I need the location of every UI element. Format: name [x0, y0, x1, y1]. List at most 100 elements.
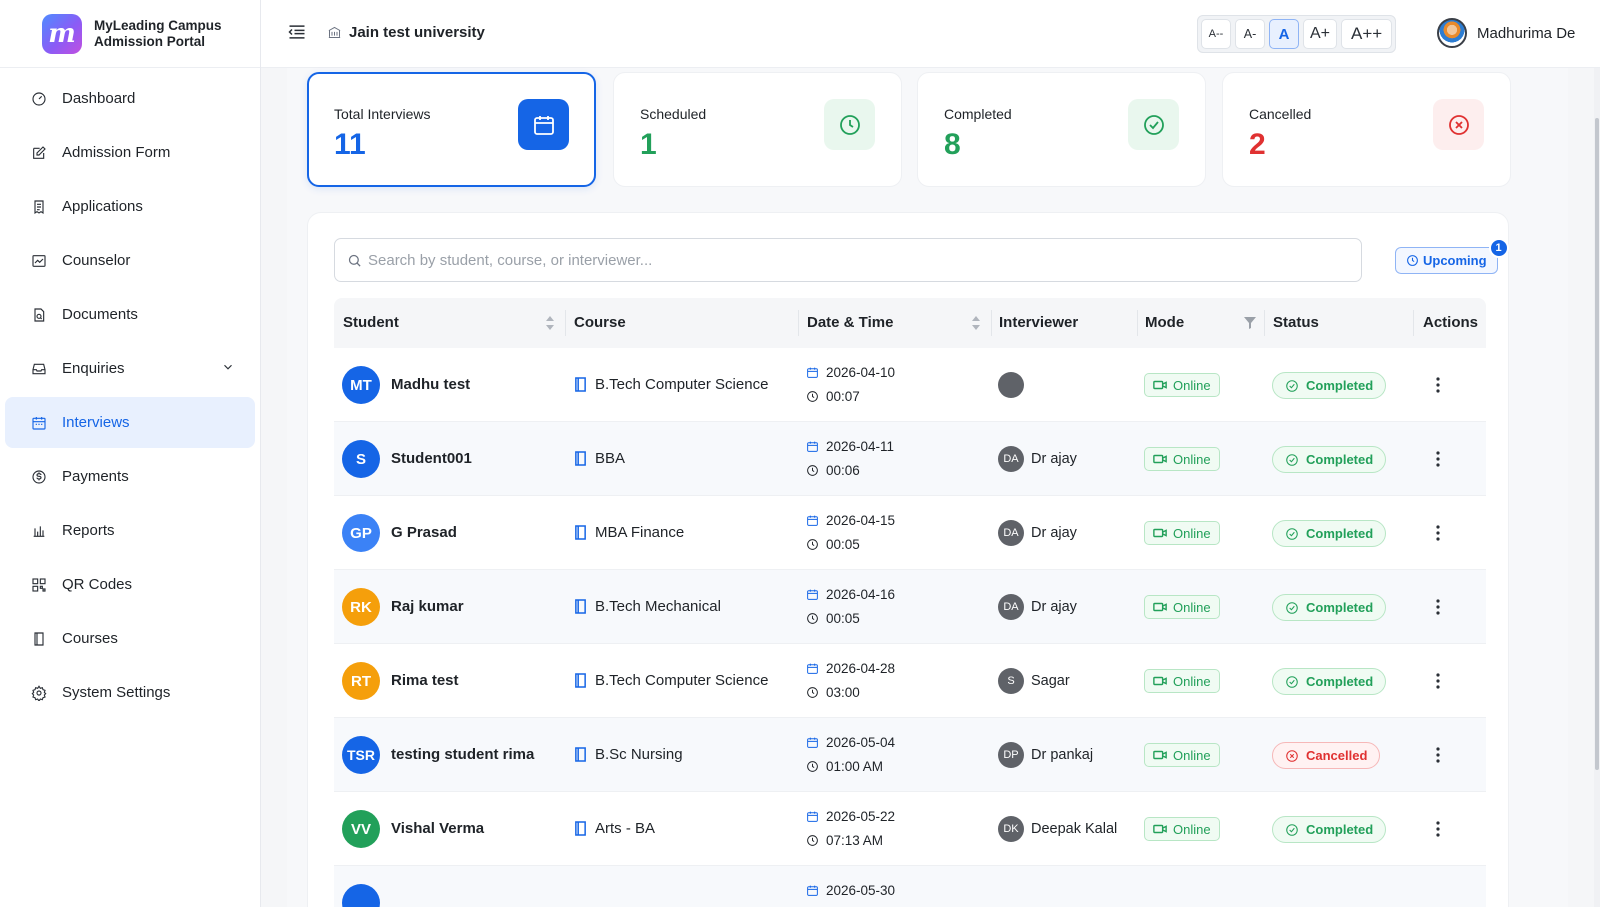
row-actions-button[interactable]	[1426, 816, 1450, 842]
calendar-icon	[807, 589, 818, 600]
stat-card-completed[interactable]: Completed 8	[917, 72, 1206, 187]
more-vertical-icon	[1436, 451, 1440, 467]
scrollbar-thumb[interactable]	[1595, 118, 1599, 770]
table-row[interactable]: 2026-05-30	[334, 866, 1486, 907]
brand[interactable]: m MyLeading Campus Admission Portal	[0, 0, 260, 68]
time-cell: 01:00 AM	[806, 759, 883, 774]
book-icon	[575, 599, 586, 614]
sort-icon[interactable]	[971, 315, 981, 331]
font-size-largest-button[interactable]: A++	[1341, 19, 1393, 49]
status-badge: Completed	[1272, 372, 1387, 399]
column-interviewer: Interviewer	[999, 314, 1079, 331]
stat-card-total[interactable]: Total Interviews 11	[307, 72, 596, 187]
column-divider	[1137, 310, 1138, 336]
stat-label: Scheduled	[640, 106, 707, 122]
calendar-icon	[518, 99, 569, 150]
course-cell: B.Tech Computer Science	[574, 672, 768, 689]
stat-card-scheduled[interactable]: Scheduled 1	[613, 72, 902, 187]
font-size-larger-button[interactable]: A+	[1303, 19, 1338, 49]
interviewer-cell	[998, 372, 1031, 398]
table-row[interactable]: RK Raj kumar B.Tech Mechanical 2026-04-1…	[334, 570, 1486, 644]
sidebar-item-documents[interactable]: Documents	[5, 289, 255, 340]
main-content: Total Interviews 11 Scheduled 1 Complete…	[287, 68, 1568, 907]
sidebar-item-payments[interactable]: Payments	[5, 451, 255, 502]
status-label: Completed	[1306, 526, 1374, 541]
interview-time: 01:00 AM	[826, 759, 884, 774]
font-size-smallest-button[interactable]: A--	[1201, 19, 1231, 49]
stat-label: Cancelled	[1249, 106, 1312, 122]
column-student[interactable]: Student	[343, 314, 399, 331]
user-menu[interactable]: Madhurima De	[1437, 18, 1575, 48]
student-name: testing student rima	[391, 746, 535, 763]
search-box[interactable]	[334, 238, 1362, 282]
filter-icon[interactable]	[1244, 316, 1256, 329]
upcoming-filter-button[interactable]: Upcoming 1	[1395, 238, 1509, 274]
student-avatar: MT	[342, 366, 380, 404]
upcoming-count-badge: 1	[1488, 238, 1509, 258]
column-date-time[interactable]: Date & Time	[807, 314, 893, 331]
interview-date: 2026-04-10	[826, 365, 896, 380]
clock-icon	[1407, 255, 1418, 266]
menu-toggle-icon[interactable]	[287, 22, 309, 44]
table-row[interactable]: GP G Prasad MBA Finance 2026-04-15 00:05…	[334, 496, 1486, 570]
table-row[interactable]: VV Vishal Verma Arts - BA 2026-05-22 07:…	[334, 792, 1486, 866]
status-badge: Completed	[1272, 446, 1387, 473]
university-label: Jain test university	[349, 24, 485, 41]
row-actions-button[interactable]	[1426, 446, 1450, 472]
font-size-default-button[interactable]: A	[1269, 19, 1299, 49]
table-row[interactable]: MT Madhu test B.Tech Computer Science 20…	[334, 348, 1486, 422]
table-row[interactable]: RT Rima test B.Tech Computer Science 202…	[334, 644, 1486, 718]
sidebar-item-interviews[interactable]: Interviews	[5, 397, 255, 448]
student-avatar: VV	[342, 810, 380, 848]
sidebar-item-reports[interactable]: Reports	[5, 505, 255, 556]
interviewer-cell: DK Deepak Kalal	[998, 816, 1117, 842]
time-cell: 00:05	[806, 611, 860, 626]
interview-time: 00:06	[826, 463, 860, 478]
clock-icon	[807, 835, 818, 846]
mode-badge: Online	[1144, 743, 1220, 767]
status-label: Completed	[1306, 822, 1374, 837]
interview-time: 03:00	[826, 685, 860, 700]
video-icon	[1153, 528, 1167, 538]
video-icon	[1153, 676, 1167, 686]
sidebar-item-applications[interactable]: Applications	[5, 181, 255, 232]
sidebar-item-admission-form[interactable]: Admission Form	[5, 127, 255, 178]
file-search-icon	[30, 306, 48, 324]
interviewer-avatar: DP	[998, 742, 1024, 768]
course-name: B.Sc Nursing	[595, 746, 683, 763]
student-avatar: GP	[342, 514, 380, 552]
font-size-smaller-button[interactable]: A-	[1235, 19, 1265, 49]
row-actions-button[interactable]	[1426, 742, 1450, 768]
more-vertical-icon	[1436, 377, 1440, 393]
status-badge: Completed	[1272, 594, 1387, 621]
row-actions-button[interactable]	[1426, 668, 1450, 694]
video-icon	[1153, 454, 1167, 464]
app-logo: m	[42, 13, 82, 54]
sidebar-item-counselor[interactable]: Counselor	[5, 235, 255, 286]
sidebar: m MyLeading Campus Admission Portal Dash…	[0, 0, 261, 907]
sidebar-item-enquiries[interactable]: Enquiries	[5, 343, 255, 394]
status-label: Completed	[1306, 600, 1374, 615]
interview-date: 2026-04-15	[826, 513, 896, 528]
student-avatar	[342, 884, 380, 907]
column-divider	[991, 310, 992, 336]
chevron-down-icon[interactable]	[221, 360, 235, 374]
sort-icon[interactable]	[545, 315, 555, 331]
row-actions-button[interactable]	[1426, 594, 1450, 620]
sidebar-item-courses[interactable]: Courses	[5, 613, 255, 664]
clock-icon	[807, 539, 818, 550]
search-icon	[348, 254, 361, 267]
row-actions-button[interactable]	[1426, 520, 1450, 546]
table-row[interactable]: TSR testing student rima B.Sc Nursing 20…	[334, 718, 1486, 792]
stat-card-cancelled[interactable]: Cancelled 2	[1222, 72, 1511, 187]
interviewer-name: Deepak Kalal	[1031, 821, 1118, 837]
check-circle-icon	[1286, 379, 1298, 392]
video-icon	[1153, 750, 1167, 760]
row-actions-button[interactable]	[1426, 372, 1450, 398]
search-input[interactable]	[368, 251, 1348, 269]
sidebar-item-qr-codes[interactable]: QR Codes	[5, 559, 255, 610]
sidebar-item-dashboard[interactable]: Dashboard	[5, 73, 255, 124]
date-cell: 2026-04-15	[806, 513, 895, 528]
sidebar-item-system-settings[interactable]: System Settings	[5, 667, 255, 718]
table-row[interactable]: S Student001 BBA 2026-04-11 00:06 DA Dr a…	[334, 422, 1486, 496]
